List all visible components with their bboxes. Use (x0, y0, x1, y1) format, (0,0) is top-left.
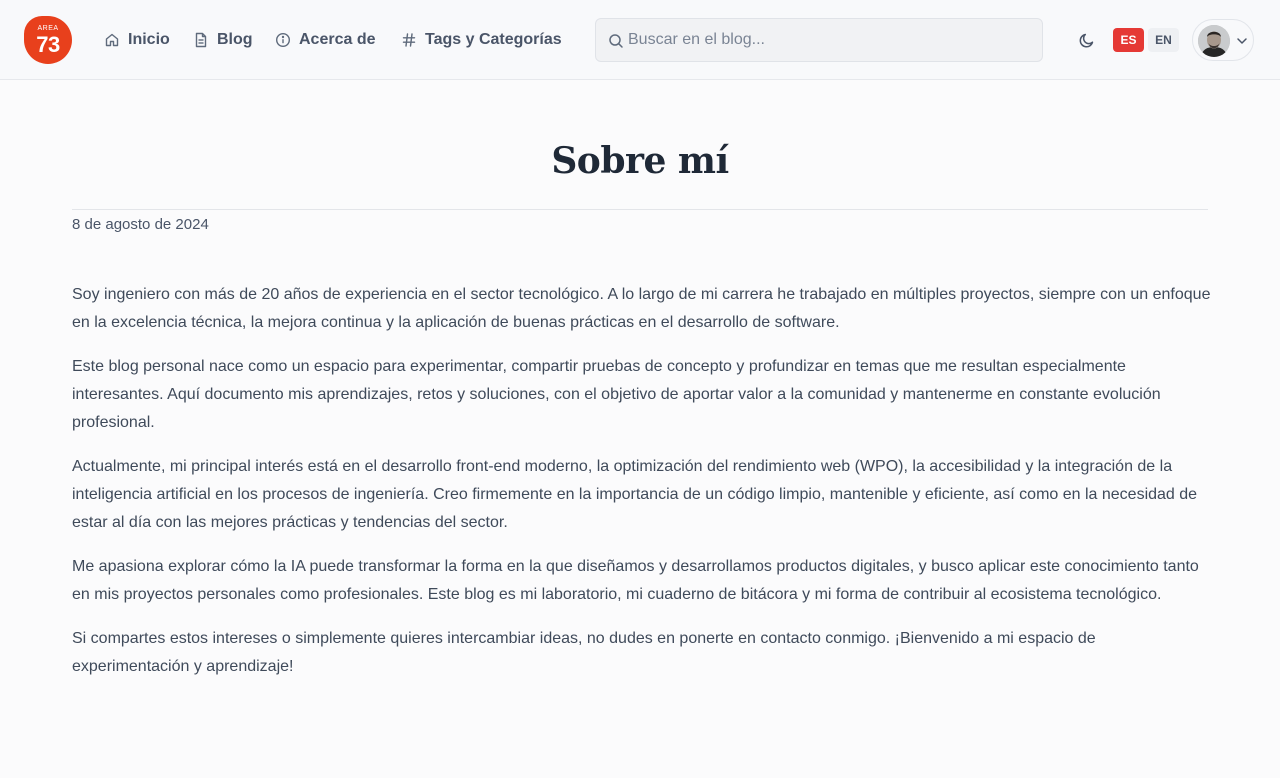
paragraph: Este blog personal nace como un espacio … (72, 358, 1161, 431)
search-icon (609, 34, 623, 48)
nav-item-label: Inicio (128, 31, 170, 48)
title-divider (72, 209, 1208, 210)
logo-number: 73 (36, 32, 60, 57)
language-en-button[interactable]: EN (1148, 28, 1179, 52)
paragraph: Si compartes estos intereses o simplemen… (72, 630, 1096, 675)
nav-item-inicio[interactable]: Inicio (104, 28, 170, 52)
nav-item-label: Acerca de (299, 31, 376, 48)
document-icon (195, 32, 207, 48)
nav-item-label: Blog (217, 31, 253, 48)
nav-item-blog[interactable]: Blog (193, 28, 253, 52)
nav-item-acerca-de[interactable]: Acerca de (275, 28, 376, 52)
publish-date: 8 de agosto de 2024 (72, 216, 209, 233)
hash-icon (402, 33, 416, 47)
search-input[interactable] (628, 19, 1028, 61)
paragraph: Actualmente, mi principal interés está e… (72, 458, 1198, 531)
area73-logo[interactable]: AREA 73 (24, 16, 72, 64)
paragraph: Soy ingeniero con más de 20 años de expe… (72, 286, 1211, 331)
home-icon (105, 33, 119, 47)
page-title: Sobre mí (551, 140, 729, 182)
user-menu-button[interactable] (1192, 19, 1254, 61)
info-icon (275, 32, 291, 48)
paragraph: Me apasiona explorar cómo la IA puede tr… (72, 558, 1199, 603)
about-article: Soy ingeniero con más de 20 años de expe… (72, 281, 1212, 697)
nav-item-tags-categorias[interactable]: Tags y Categorías (401, 28, 562, 52)
moon-icon[interactable] (1077, 30, 1097, 50)
logo-top-text: AREA (37, 25, 59, 32)
search-box[interactable] (595, 18, 1043, 62)
chevron-down-icon (1237, 38, 1247, 44)
language-es-button[interactable]: ES (1113, 28, 1144, 52)
nav-item-label: Tags y Categorías (425, 31, 562, 48)
avatar (1198, 25, 1230, 57)
top-navbar: AREA 73 Inicio Blog Acerca de Tags y Cat… (0, 0, 1280, 80)
